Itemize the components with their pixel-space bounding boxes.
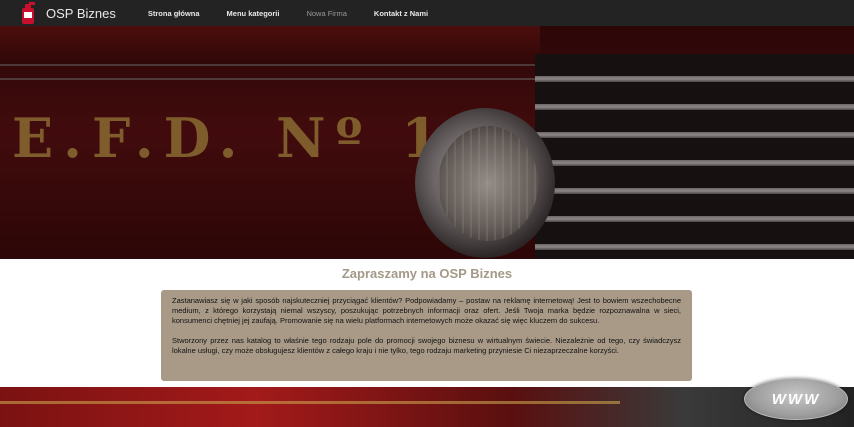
welcome-section: Zapraszamy na OSP Biznes Zastanawiasz si… — [0, 259, 854, 387]
nav-item-categories[interactable]: Menu kategorii — [227, 9, 280, 18]
www-badge-label: WWW — [771, 390, 821, 408]
nav-item-new-company[interactable]: Nowa Firma — [306, 9, 346, 18]
hero-image: E.F.D. Nº 1 — [0, 26, 854, 259]
intro-paragraph-2: Stworzony przez nas katalog to właśnie t… — [172, 336, 681, 355]
brand-name: OSP Biznes — [46, 5, 116, 21]
fire-extinguisher-icon — [20, 2, 36, 24]
footer-image — [0, 387, 854, 427]
www-badge-button[interactable]: WWW — [744, 378, 848, 420]
intro-box: Zastanawiasz się w jaki sposób najskutec… — [161, 290, 692, 381]
nav-item-contact[interactable]: Kontakt z Nami — [374, 9, 428, 18]
main-nav: Strona główna Menu kategorii Nowa Firma … — [148, 9, 455, 18]
welcome-title: Zapraszamy na OSP Biznes — [341, 266, 513, 281]
intro-paragraph-1: Zastanawiasz się w jaki sposób najskutec… — [172, 296, 681, 325]
brand-link[interactable]: OSP Biznes — [20, 0, 116, 26]
nav-item-home[interactable]: Strona główna — [148, 9, 200, 18]
top-navbar: OSP Biznes Strona główna Menu kategorii … — [0, 0, 854, 26]
